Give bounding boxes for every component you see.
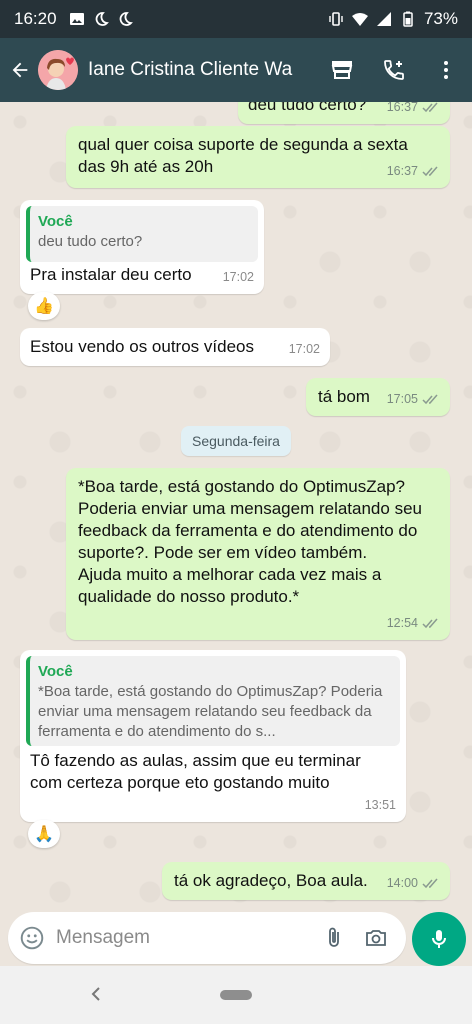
- message-time: 17:05: [386, 392, 418, 406]
- message-time: 16:37: [386, 102, 418, 114]
- message-bubble-incoming[interactable]: Estou vendo os outros vídeos 17:02: [20, 328, 330, 366]
- moon-icon: [95, 12, 109, 26]
- double-check-icon: [422, 166, 438, 176]
- quoted-text: deu tudo certo?: [38, 233, 143, 250]
- contact-name[interactable]: Iane Cristina Cliente Wa: [88, 59, 298, 81]
- status-bar: 16:20 73%: [0, 0, 472, 38]
- moon-icon: [119, 12, 133, 26]
- message-reaction[interactable]: 👍: [28, 292, 60, 320]
- nav-back-button[interactable]: [86, 984, 106, 1004]
- add-call-button[interactable]: [368, 38, 420, 102]
- camera-button[interactable]: [354, 926, 398, 950]
- message-meta: 12:54: [387, 612, 440, 634]
- message-time: 13:51: [364, 798, 396, 812]
- vibrate-icon: [329, 12, 343, 26]
- message-text: *Boa tarde, está gostando do OptimusZap?…: [78, 477, 422, 606]
- message-reaction[interactable]: 🙏: [28, 820, 60, 848]
- message-text: Tô fazendo as aulas, assim que eu termin…: [30, 751, 361, 792]
- message-meta: 17:02: [289, 338, 320, 360]
- message-meta: 14:00: [387, 872, 440, 894]
- message-bubble-incoming[interactable]: Você deu tudo certo? Pra instalar deu ce…: [20, 200, 264, 294]
- message-time: 16:37: [386, 164, 418, 178]
- message-list[interactable]: deu tudo certo? 16:37 qual quer coisa su…: [0, 102, 472, 910]
- add-call-icon: [384, 60, 404, 80]
- message-bubble-outgoing[interactable]: *Boa tarde, está gostando do OptimusZap?…: [66, 468, 450, 640]
- message-text: qual quer coisa suporte de segunda a sex…: [78, 135, 408, 176]
- status-time: 16:20: [14, 9, 57, 28]
- message-bubble-outgoing[interactable]: tá bom 17:05: [306, 378, 450, 416]
- more-vert-icon: [444, 61, 448, 79]
- image-icon: [69, 13, 84, 25]
- back-button[interactable]: [2, 38, 38, 102]
- double-check-icon: [422, 102, 438, 112]
- message-bubble-outgoing[interactable]: qual quer coisa suporte de segunda a sex…: [66, 126, 450, 188]
- message-text: Pra instalar deu certo: [30, 265, 192, 284]
- double-check-icon: [422, 394, 438, 404]
- double-check-icon: [422, 878, 438, 888]
- message-input[interactable]: [56, 927, 306, 949]
- message-meta: 16:37: [387, 102, 440, 118]
- message-time: 17:02: [222, 270, 254, 284]
- message-time: 12:54: [386, 616, 418, 630]
- quoted-author: Você: [38, 663, 73, 680]
- message-bubble-outgoing[interactable]: tá ok agradeço, Boa aula. 14:00: [162, 862, 450, 900]
- message-meta: 17:05: [387, 388, 440, 410]
- attach-button[interactable]: [314, 926, 354, 950]
- message-input-container: [8, 912, 406, 964]
- message-text: tá bom: [318, 387, 370, 406]
- contact-avatar[interactable]: [38, 50, 78, 90]
- wifi-icon: [351, 13, 368, 26]
- battery-icon: [403, 11, 413, 27]
- message-composer: [0, 910, 472, 966]
- system-navigation-bar: [0, 966, 472, 1024]
- message-meta: 13:51: [365, 794, 396, 816]
- message-bubble-incoming[interactable]: Você *Boa tarde, está gostando do Optimu…: [20, 650, 406, 822]
- signal-icon: [376, 12, 391, 26]
- paperclip-icon: [329, 927, 339, 947]
- message-meta: 16:37: [387, 160, 440, 182]
- chat-header: Iane Cristina Cliente Wa: [0, 38, 472, 102]
- message-text: deu tudo certo?: [248, 102, 367, 114]
- catalog-button[interactable]: [316, 38, 368, 102]
- message-text: Estou vendo os outros vídeos: [30, 337, 254, 356]
- quoted-message[interactable]: Você deu tudo certo?: [26, 206, 258, 262]
- quoted-author: Você: [38, 213, 73, 230]
- nav-home-pill[interactable]: [220, 990, 252, 1000]
- emoji-icon: [20, 926, 44, 950]
- message-bubble-outgoing[interactable]: deu tudo certo? 16:37: [238, 102, 450, 124]
- battery-level: 73%: [423, 9, 458, 28]
- quoted-message[interactable]: Você *Boa tarde, está gostando do Optimu…: [26, 656, 400, 746]
- emoji-button[interactable]: [10, 925, 54, 951]
- message-meta: 17:02: [223, 266, 254, 288]
- voice-message-button[interactable]: [412, 912, 466, 966]
- more-options-button[interactable]: [420, 38, 472, 102]
- avatar-image: [38, 50, 78, 90]
- message-text: tá ok agradeço, Boa aula.: [174, 871, 368, 890]
- message-time: 17:02: [288, 342, 320, 356]
- microphone-icon: [432, 930, 446, 948]
- date-separator: Segunda-feira: [181, 426, 291, 456]
- store-icon: [331, 61, 353, 79]
- quoted-text: *Boa tarde, está gostando do OptimusZap?…: [38, 683, 383, 740]
- arrow-back-icon: [12, 62, 28, 78]
- double-check-icon: [422, 618, 438, 628]
- message-time: 14:00: [386, 876, 418, 890]
- chevron-left-icon: [91, 987, 100, 1001]
- camera-icon: [366, 930, 386, 946]
